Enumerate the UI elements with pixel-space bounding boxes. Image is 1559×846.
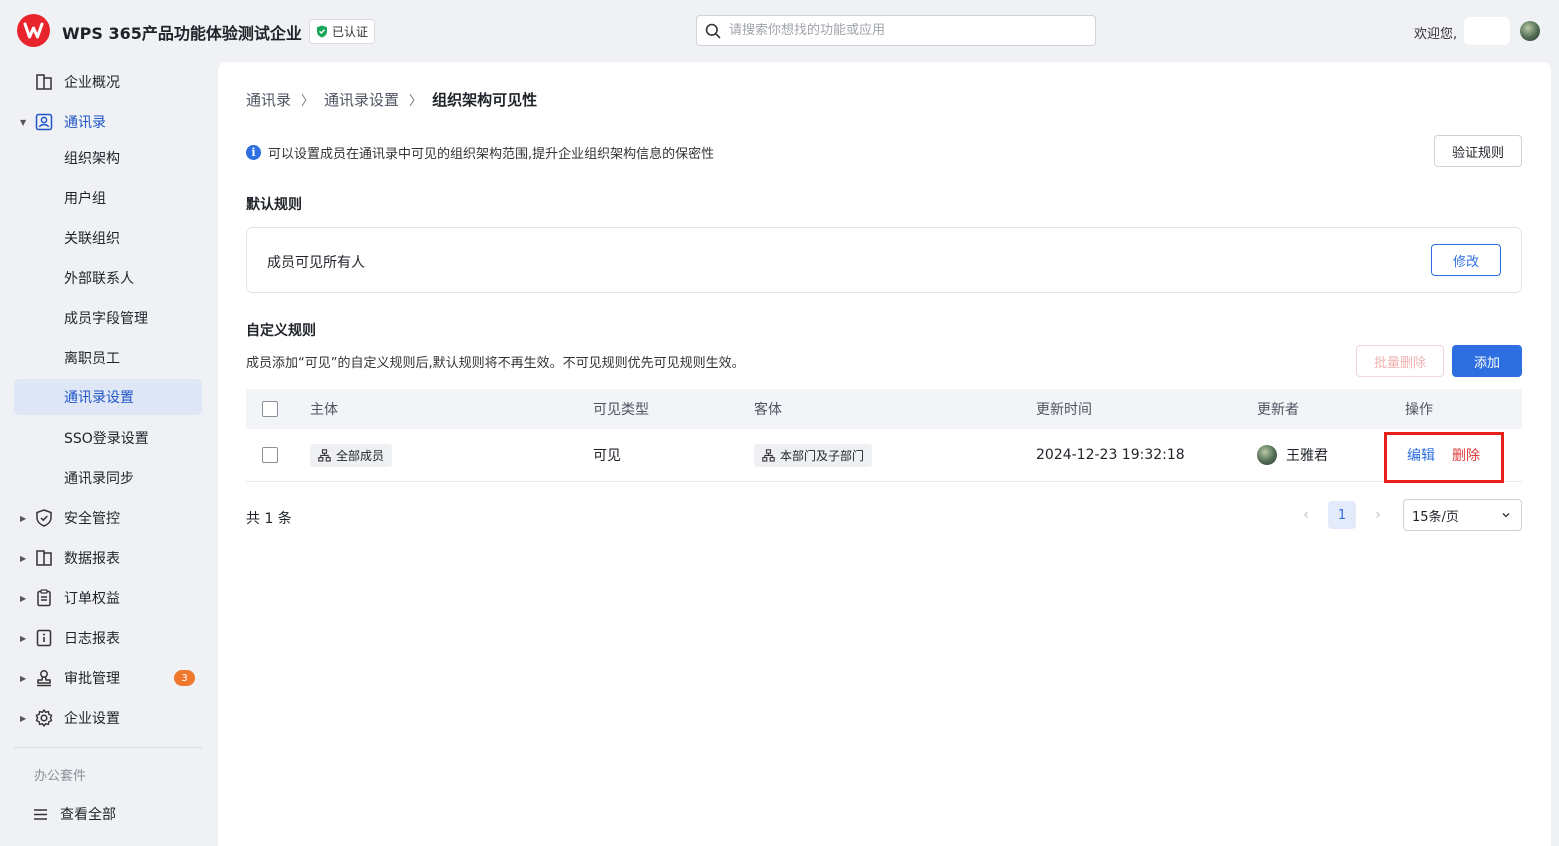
verified-badge: 已认证	[309, 19, 376, 44]
sidebar-divider	[14, 747, 202, 748]
chevron-down-icon	[1502, 513, 1510, 518]
view-all-label: 查看全部	[60, 807, 116, 823]
actions-highlight-box	[1384, 432, 1504, 483]
org-name: WPS 365产品功能体验测试企业	[62, 24, 302, 43]
user-avatar[interactable]	[1520, 21, 1540, 41]
verified-label: 已认证	[332, 25, 369, 39]
sidebar-item-former-employees[interactable]: 离职员工	[14, 340, 202, 376]
view-all-link[interactable]: 查看全部	[34, 804, 116, 824]
caret-right-icon: ▶	[20, 673, 27, 683]
info-text: 可以设置成员在通讯录中可见的组织架构范围,提升企业组织架构信息的保密性	[268, 147, 715, 162]
info-doc-icon	[36, 629, 52, 647]
stamp-icon	[37, 670, 51, 687]
table-row: 全部成员 可见 本部门及子部门 2024-12-23 19:32:18 王雅君 …	[246, 429, 1522, 482]
sidebar-item-contacts-settings[interactable]: 通讯录设置	[14, 379, 202, 415]
org-tree-icon	[318, 448, 331, 462]
sidebar-item-enterprise-settings[interactable]: ▶ 企业设置	[14, 700, 202, 736]
sidebar-item-overview[interactable]: 企业概况	[14, 64, 202, 100]
page-number-button[interactable]: 1	[1328, 501, 1356, 529]
sidebar-item-linked-orgs[interactable]: 关联组织	[14, 220, 202, 256]
column-header-updater: 更新者	[1257, 402, 1299, 418]
chevron-right-icon: 〉	[409, 94, 423, 109]
sidebar-item-orders[interactable]: ▶ 订单权益	[14, 580, 202, 616]
search-icon	[705, 23, 721, 38]
sidebar-item-external-contacts[interactable]: 外部联系人	[14, 260, 202, 296]
caret-right-icon: ▶	[20, 513, 27, 523]
clipboard-icon	[37, 589, 51, 607]
sidebar-item-security[interactable]: ▶ 安全管控	[14, 500, 202, 536]
object-tag: 本部门及子部门	[754, 443, 873, 467]
main-panel: 通讯录 〉 通讯录设置 〉 组织架构可见性 i 可以设置成员在通讯录中可见的组织…	[218, 62, 1551, 846]
info-icon: i	[246, 145, 261, 160]
caret-right-icon: ▶	[20, 713, 27, 723]
approval-count-badge: 3	[174, 670, 195, 686]
subject-label: 全部成员	[336, 448, 385, 463]
default-rule-title: 默认规则	[246, 197, 302, 213]
modify-default-rule-button[interactable]: 修改	[1431, 244, 1501, 276]
default-rule-text: 成员可见所有人	[267, 255, 365, 271]
page-size-select[interactable]: 15条/页	[1403, 499, 1522, 531]
select-all-checkbox[interactable]	[262, 401, 278, 417]
page-title: 组织架构可见性	[432, 91, 538, 109]
updater-name: 王雅君	[1286, 448, 1328, 464]
default-rule-card: 成员可见所有人 修改	[246, 227, 1522, 293]
welcome-text: 欢迎您,	[1414, 27, 1458, 42]
custom-rule-description: 成员添加“可见”的自定义规则后,默认规则将不再生效。不可见规则优先可见规则生效。	[246, 356, 745, 371]
search-bar[interactable]	[696, 15, 1096, 46]
info-banner: i 可以设置成员在通讯录中可见的组织架构范围,提升企业组织架构信息的保密性	[246, 143, 714, 162]
column-header-visibility: 可见类型	[593, 402, 649, 418]
gear-icon	[35, 709, 53, 727]
sidebar-item-org-structure[interactable]: 组织架构	[14, 140, 202, 176]
column-header-object: 客体	[754, 402, 782, 418]
caret-right-icon: ▶	[20, 553, 27, 563]
sidebar-item-reports[interactable]: ▶ 数据报表	[14, 540, 202, 576]
column-header-subject: 主体	[310, 402, 338, 418]
chevron-right-icon: 〉	[301, 94, 315, 109]
book-icon	[36, 550, 52, 566]
building-icon	[36, 74, 52, 90]
column-header-updated-at: 更新时间	[1036, 402, 1092, 418]
custom-rule-title: 自定义规则	[246, 323, 316, 339]
row-checkbox[interactable]	[262, 447, 278, 463]
menu-icon	[34, 808, 47, 820]
org-tree-icon	[762, 448, 775, 462]
object-label: 本部门及子部门	[780, 448, 865, 463]
add-rule-button[interactable]: 添加	[1452, 345, 1522, 377]
sidebar-item-contacts[interactable]: ▼ 通讯录	[14, 104, 202, 140]
updater-avatar	[1257, 445, 1277, 465]
wps-logo[interactable]	[17, 14, 50, 47]
verified-shield-icon	[317, 25, 327, 38]
office-suite-title: 办公套件	[34, 769, 87, 784]
contacts-icon	[35, 113, 53, 131]
visibility-value: 可见	[593, 448, 621, 464]
sidebar-item-contacts-sync[interactable]: 通讯录同步	[14, 460, 202, 496]
total-count: 共 1 条	[246, 511, 292, 527]
sidebar: 企业概况 ▼ 通讯录 组织架构 用户组 关联组织 外部联系人 成员字段管理 离职…	[0, 62, 218, 846]
sidebar-item-logs[interactable]: ▶ 日志报表	[14, 620, 202, 656]
caret-right-icon: ▶	[20, 633, 27, 643]
next-page-icon[interactable]: ›	[1371, 507, 1385, 523]
table-header: 主体 可见类型 客体 更新时间 更新者 操作	[246, 389, 1522, 429]
sidebar-item-user-groups[interactable]: 用户组	[14, 180, 202, 216]
search-input[interactable]	[729, 23, 1069, 38]
column-header-actions: 操作	[1405, 402, 1433, 418]
verify-rules-button[interactable]: 验证规则	[1434, 135, 1522, 167]
breadcrumb: 通讯录 〉 通讯录设置 〉 组织架构可见性	[246, 89, 537, 110]
prev-page-icon[interactable]: ‹	[1299, 507, 1313, 523]
page-size-value: 15条/页	[1412, 509, 1459, 525]
sidebar-item-approvals[interactable]: ▶ 审批管理 3	[14, 660, 202, 696]
updated-at-value: 2024-12-23 19:32:18	[1036, 447, 1185, 463]
caret-right-icon: ▶	[20, 593, 27, 603]
shield-icon	[36, 509, 52, 527]
batch-delete-button[interactable]: 批量删除	[1356, 345, 1444, 377]
subject-tag: 全部成员	[310, 443, 393, 467]
caret-down-icon: ▼	[20, 117, 27, 127]
breadcrumb-contacts[interactable]: 通讯录	[246, 89, 291, 110]
sidebar-item-member-fields[interactable]: 成员字段管理	[14, 300, 202, 336]
sidebar-item-sso-settings[interactable]: SSO登录设置	[14, 420, 202, 456]
breadcrumb-contacts-settings[interactable]: 通讯录设置	[324, 89, 399, 110]
user-name-masked	[1464, 17, 1510, 45]
top-bar: WPS 365产品功能体验测试企业 已认证 欢迎您,	[0, 0, 1559, 62]
